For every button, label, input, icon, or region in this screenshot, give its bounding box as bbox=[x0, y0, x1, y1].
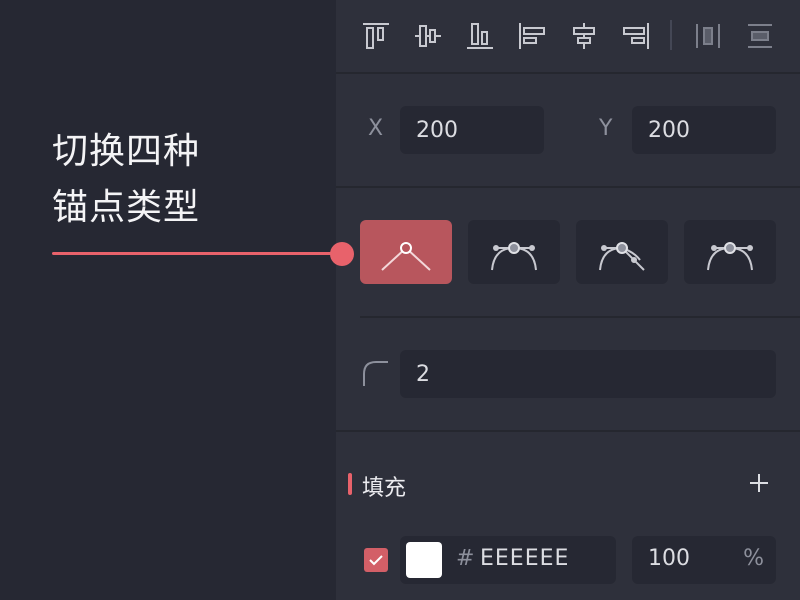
mirrored-anchor-icon bbox=[491, 242, 537, 271]
fill-section-title: 填充 bbox=[362, 476, 407, 501]
callout-line-1: 切换四种 bbox=[52, 131, 201, 172]
x-label: X bbox=[368, 116, 384, 141]
y-label: Y bbox=[599, 116, 613, 141]
align-top-button[interactable] bbox=[356, 16, 396, 56]
percent-unit: % bbox=[743, 546, 764, 571]
annotation-callout: 切换四种 锚点类型 bbox=[52, 124, 252, 236]
distribute-vertical-button[interactable] bbox=[740, 16, 780, 56]
alignment-toolbar bbox=[336, 0, 800, 72]
align-horizontal-center-button[interactable] bbox=[564, 16, 604, 56]
distribute-vertical-icon bbox=[748, 24, 772, 48]
distribute-horizontal-button[interactable] bbox=[688, 16, 728, 56]
fill-color-field[interactable]: # EEEEEE bbox=[400, 536, 616, 584]
asymmetric-anchor-icon bbox=[707, 242, 753, 271]
check-icon bbox=[369, 555, 383, 566]
callout-pointer-dot bbox=[330, 242, 354, 266]
add-fill-button[interactable] bbox=[744, 468, 774, 498]
anchor-type-mirrored-button[interactable] bbox=[468, 220, 560, 284]
y-value: 200 bbox=[648, 117, 690, 143]
align-horizontal-center-icon bbox=[573, 23, 595, 49]
corner-radius-value: 2 bbox=[416, 361, 430, 387]
section-divider bbox=[336, 186, 800, 188]
corner-radius-input[interactable]: 2 bbox=[400, 350, 776, 398]
x-input[interactable]: 200 bbox=[400, 106, 544, 154]
canvas-area: 切换四种 锚点类型 bbox=[0, 0, 342, 600]
align-left-icon bbox=[519, 23, 545, 49]
corner-radius-icon bbox=[363, 361, 388, 386]
distribute-horizontal-icon bbox=[696, 24, 720, 48]
toolbar-separator bbox=[670, 20, 672, 50]
x-value: 200 bbox=[416, 117, 458, 143]
align-bottom-icon bbox=[467, 23, 493, 49]
corner-anchor-icon bbox=[381, 242, 431, 271]
fill-enabled-checkbox[interactable] bbox=[364, 548, 388, 572]
fill-opacity-input[interactable]: 100 % bbox=[632, 536, 776, 584]
y-input[interactable]: 200 bbox=[632, 106, 776, 154]
align-right-button[interactable] bbox=[616, 16, 656, 56]
plus-icon bbox=[750, 474, 768, 492]
align-vertical-center-button[interactable] bbox=[408, 16, 448, 56]
align-vertical-center-icon bbox=[415, 25, 441, 47]
inspector-panel: X 200 Y 200 2 填充 # EEEEEE 100 % bbox=[336, 0, 800, 600]
align-left-button[interactable] bbox=[512, 16, 552, 56]
fill-opacity-value: 100 bbox=[648, 546, 690, 571]
anchor-type-corner-button[interactable] bbox=[360, 220, 452, 284]
fill-hex-value: EEEEEE bbox=[480, 546, 570, 571]
fill-color-swatch[interactable] bbox=[406, 542, 442, 578]
section-divider bbox=[336, 72, 800, 74]
section-divider bbox=[360, 316, 800, 318]
align-right-icon bbox=[623, 23, 649, 49]
align-top-icon bbox=[363, 23, 389, 49]
callout-pointer-line bbox=[52, 252, 342, 255]
fill-section-marker bbox=[348, 473, 352, 495]
callout-line-2: 锚点类型 bbox=[52, 187, 201, 228]
disconnected-anchor-icon bbox=[599, 242, 645, 271]
section-divider bbox=[336, 430, 800, 432]
hex-prefix: # bbox=[456, 546, 475, 571]
align-bottom-button[interactable] bbox=[460, 16, 500, 56]
anchor-type-disconnected-button[interactable] bbox=[576, 220, 668, 284]
anchor-type-asymmetric-button[interactable] bbox=[684, 220, 776, 284]
